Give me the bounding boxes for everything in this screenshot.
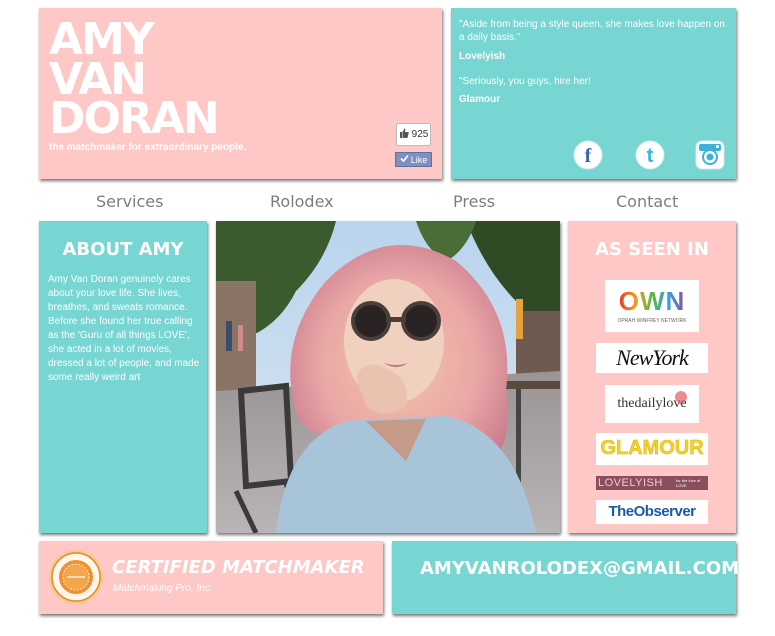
new-york-logo[interactable]: NewYork <box>596 343 708 373</box>
nav-rolodex[interactable]: Rolodex <box>270 192 334 211</box>
contact-email-link[interactable]: AMYVANROLODEX@GMAIL.COM <box>420 558 739 579</box>
seen-in-title: AS SEEN IN <box>595 239 709 260</box>
glamour-logo-text: GLAMOUR <box>600 437 704 460</box>
own-logo-text: OWN <box>618 286 686 316</box>
observer-logo-text: TheObserver <box>608 503 696 520</box>
seen-in-panel: AS SEEN IN OWN OPRAH WINFREY NETWORK New… <box>568 221 736 533</box>
observer-logo[interactable]: TheObserver <box>596 500 708 524</box>
own-logo[interactable]: OWN OPRAH WINFREY NETWORK <box>605 280 699 332</box>
quote-text: "Aside from being a style queen, she mak… <box>459 19 725 43</box>
twitter-icon[interactable]: t <box>635 140 665 170</box>
about-text: Amy Van Doran genuinely cares about your… <box>48 274 200 383</box>
quote-source: Lovelyish <box>459 51 506 62</box>
own-logo-sub: OPRAH WINFREY NETWORK <box>617 318 687 324</box>
lovelyish-logo-sub: for the love of LOVE <box>676 478 701 488</box>
about-panel: ABOUT AMY Amy Van Doran genuinely cares … <box>39 221 207 533</box>
quote-source: Glamour <box>459 94 501 105</box>
glamour-logo[interactable]: GLAMOUR <box>596 433 708 465</box>
facebook-icon[interactable]: f <box>573 140 603 170</box>
thumbs-up-icon <box>399 128 409 141</box>
nav-services[interactable]: Services <box>96 192 163 211</box>
like-count: 925 <box>411 129 429 140</box>
certification-title: CERTIFIED MATCHMAKER <box>112 557 365 578</box>
twitter-letter: t <box>647 145 654 167</box>
portrait-photo <box>216 221 560 533</box>
like-button-label: Like <box>410 154 428 165</box>
header-panel: AMY VAN DORAN the matchmaker for extraor… <box>39 8 442 179</box>
like-count-box: 925 <box>396 123 431 146</box>
quote-text: "Seriously, you guys, hire her! <box>459 76 591 87</box>
like-button[interactable]: Like <box>395 152 432 167</box>
certification-panel: CERTIFIED MATCHMAKER Matchmaking Pro, In… <box>39 541 383 614</box>
lovelyish-logo-text: LOVELYISH <box>598 477 663 489</box>
facebook-letter: f <box>585 145 592 167</box>
nav-press[interactable]: Press <box>453 192 495 211</box>
new-york-logo-text: NewYork <box>616 345 689 370</box>
nav-contact[interactable]: Contact <box>616 192 678 211</box>
daily-love-logo[interactable]: thedailylove <box>605 385 699 423</box>
instagram-icon[interactable] <box>695 140 725 170</box>
certification-seal-icon <box>48 549 104 605</box>
about-title: ABOUT AMY <box>62 239 184 260</box>
lovelyish-logo[interactable]: LOVELYISH for the love of LOVE <box>596 476 708 490</box>
name-line-3: DORAN <box>49 93 220 144</box>
checkmark-icon <box>400 154 409 165</box>
certification-org: Matchmaking Pro, Inc. <box>113 583 213 594</box>
tagline: the matchmaker for extraordinary people. <box>49 142 247 153</box>
testimonials-panel: "Aside from being a style queen, she mak… <box>451 8 736 179</box>
contact-email-panel: AMYVANROLODEX@GMAIL.COM <box>392 541 739 614</box>
